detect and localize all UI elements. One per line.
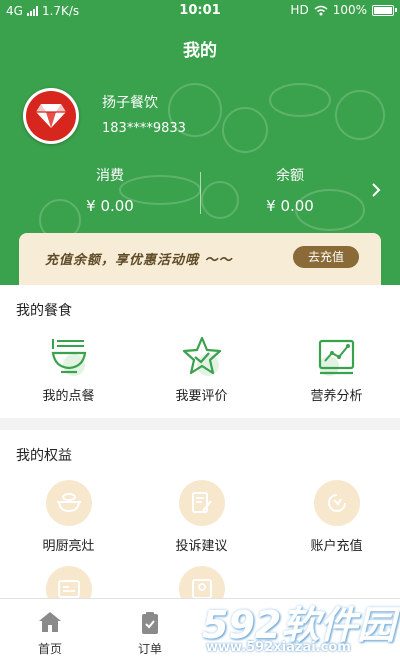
my-rights-section: 我的权益 明厨亮灶 投诉建议 账户充值 [0,430,400,612]
tab-home[interactable]: 首页 [0,599,100,666]
tab-orders[interactable]: 订单 [100,599,200,666]
recharge-icon [314,480,360,526]
account-recharge-label: 账户充值 [310,539,363,554]
recharge-promo-banner[interactable]: 充值余额，享优惠活动哦 ～～ 去充值 [19,233,381,285]
review-label: 我要评价 [175,389,228,404]
wifi-icon [314,5,328,15]
clipboard-icon [142,612,158,634]
consumption-label: 消费 [96,168,124,184]
battery-icon [372,4,397,16]
open-kitchen-item[interactable]: 明厨亮灶 [2,480,135,555]
avatar[interactable] [23,88,79,144]
battery-percent: 100% [332,3,367,17]
section-title-rights: 我的权益 [16,448,72,464]
my-orders-label: 我的点餐 [42,389,95,404]
consumption-stat[interactable]: 消费 ¥ 0.00 [10,165,210,215]
chart-icon [318,339,355,376]
my-meals-section: 我的餐食 我的点餐 我要评价 营养分析 [0,285,400,418]
user-name: 扬子餐饮 [102,95,158,111]
tab-home-label: 首页 [37,642,62,656]
balance-label: 余额 [276,168,304,184]
balance-value: ¥ 0.00 [266,197,314,215]
consumption-value: ¥ 0.00 [86,197,134,215]
user-phone: 183****9833 [102,121,186,136]
complaint-item[interactable]: 投诉建议 [135,480,268,555]
bowl-icon [51,339,87,376]
profile-header: 4G 1.7K/s 10:01 HD 100% 我的 扬子餐饮 183****9… [0,0,400,285]
watermark: 592软件园 www.592xiazai.com [198,594,398,666]
status-bar: 4G 1.7K/s 10:01 HD 100% [0,0,400,22]
my-orders-item[interactable]: 我的点餐 [2,335,135,410]
complaint-label: 投诉建议 [175,539,228,554]
open-kitchen-label: 明厨亮灶 [42,539,95,554]
edit-doc-icon [179,480,225,526]
account-recharge-item[interactable]: 账户充值 [270,480,400,555]
watermark-url: www.592xiazai.com [206,640,351,655]
promo-text: 充值余额，享优惠活动哦 ～～ [45,253,233,268]
nutrition-item[interactable]: 营养分析 [270,335,400,410]
balance-stat[interactable]: 余额 ¥ 0.00 [190,165,390,215]
home-icon [39,612,61,632]
chevron-right-icon[interactable] [370,182,382,198]
recharge-button[interactable]: 去充值 [293,246,359,268]
review-item[interactable]: 我要评价 [135,335,268,410]
cooking-pot-icon [46,480,92,526]
diamond-logo-icon [36,104,66,128]
section-title-meals: 我的餐食 [16,303,72,319]
page-title: 我的 [183,41,217,61]
star-icon [182,336,222,376]
tab-orders-label: 订单 [137,642,162,656]
hd-indicator: HD [290,3,309,17]
nutrition-label: 营养分析 [310,389,363,404]
